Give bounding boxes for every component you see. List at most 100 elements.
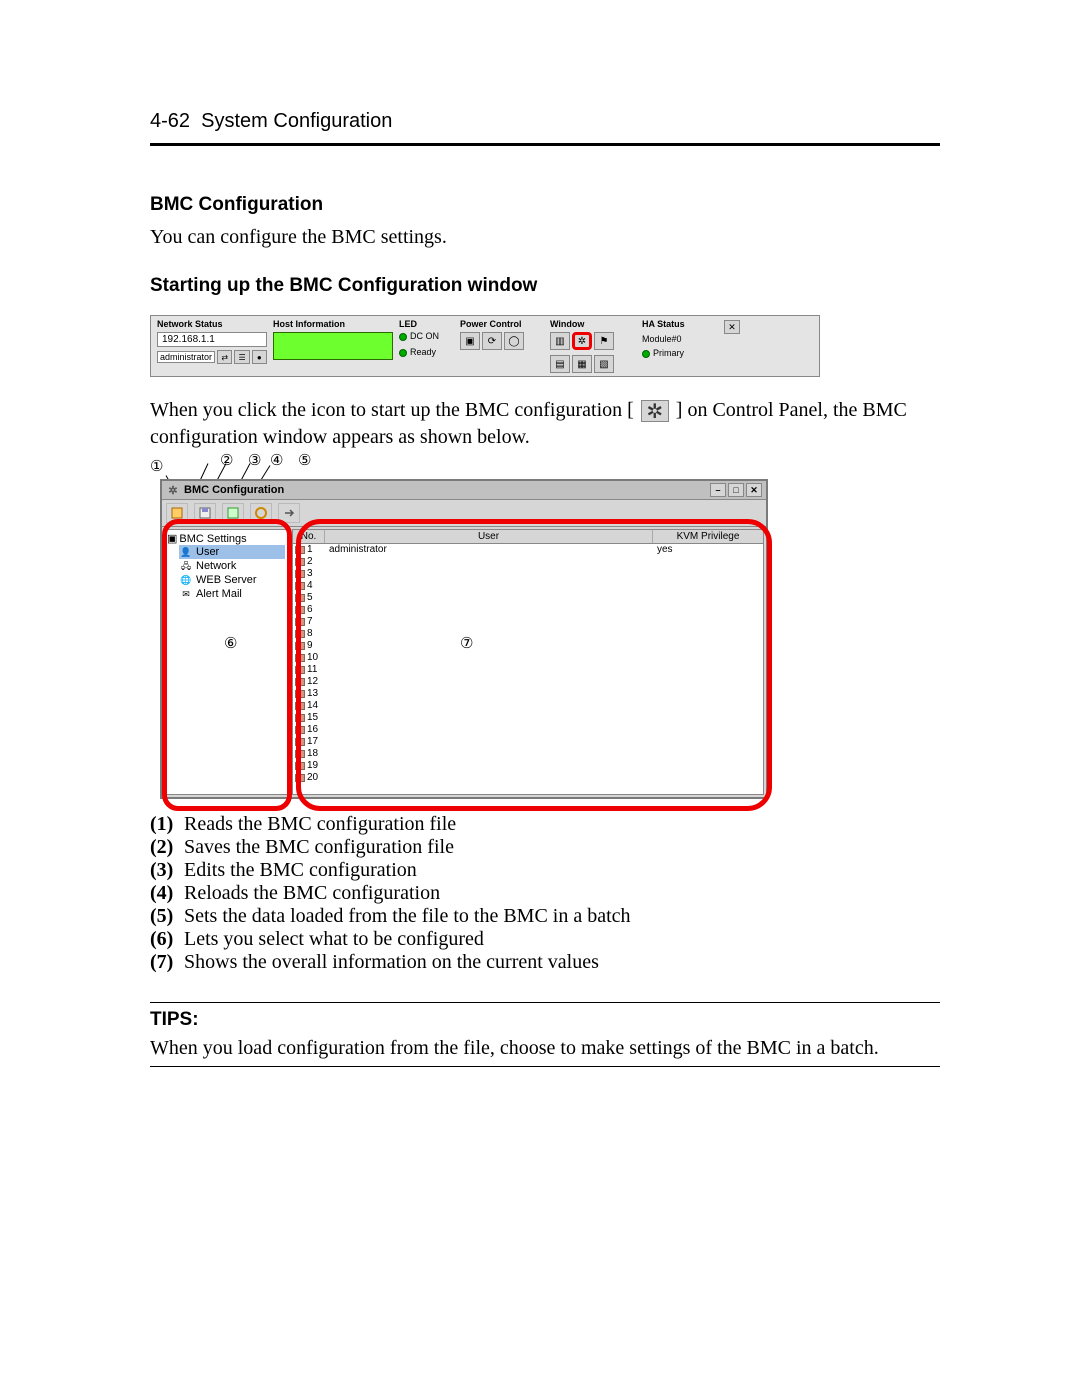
ready-text: Ready [410, 348, 436, 357]
bmc-tree-panel[interactable]: ▣BMC Settings 👤User 🖧Network 🌐WEB Server… [164, 529, 288, 795]
table-row[interactable]: 6 [293, 604, 763, 616]
primary-text: Primary [653, 349, 684, 358]
shutdown-icon[interactable]: ◯ [504, 332, 524, 350]
window4-icon[interactable]: ▤ [550, 355, 570, 373]
page-number: 4-62 [150, 110, 190, 132]
legend-item: (7)Shows the overall information on the … [150, 951, 940, 974]
net-settings-icon[interactable]: ☰ [234, 350, 249, 364]
header-rule [150, 143, 940, 146]
table-row[interactable]: 15 [293, 712, 763, 724]
window6-icon[interactable]: ▧ [594, 355, 614, 373]
window1-icon[interactable]: ▥ [550, 332, 570, 350]
panel-close-icon[interactable]: ✕ [724, 320, 740, 334]
row-icon [295, 774, 305, 782]
led-label: LED [399, 320, 454, 329]
table-row[interactable]: 17 [293, 736, 763, 748]
table-row[interactable]: 9 [293, 640, 763, 652]
col-priv[interactable]: KVM Privilege [653, 530, 763, 543]
minimize-icon[interactable]: – [710, 483, 726, 497]
row-icon [295, 606, 305, 614]
table-row[interactable]: 14 [293, 700, 763, 712]
toolbar-batch-icon[interactable] [278, 503, 300, 523]
bmc-list-panel[interactable]: No. User KVM Privilege 1administratoryes… [292, 529, 764, 795]
toolbar-save-icon[interactable] [194, 503, 216, 523]
list-header: No. User KVM Privilege [293, 530, 763, 544]
close-icon[interactable]: ✕ [746, 483, 762, 497]
legend-item: (4)Reloads the BMC configuration [150, 882, 940, 905]
administrator-field: administrator [157, 351, 215, 363]
row-icon [295, 666, 305, 674]
bmc-config-icon[interactable]: ✲ [572, 332, 592, 350]
click-icon-paragraph-2: configuration window appears as shown be… [150, 426, 940, 449]
callout-3: ③ [248, 451, 261, 469]
callout-6: ⑥ [224, 634, 237, 653]
toolbar-reload-icon[interactable] [250, 503, 272, 523]
ready-led-icon [399, 349, 407, 357]
row-icon [295, 714, 305, 722]
network-status-label: Network Status [157, 320, 267, 329]
table-row[interactable]: 5 [293, 592, 763, 604]
tips-bottom-rule [150, 1066, 940, 1067]
connect-icon[interactable]: ⇄ [217, 350, 232, 364]
row-icon [295, 594, 305, 602]
click-icon-paragraph: When you click the icon to start up the … [150, 399, 940, 422]
callout-1: ① [150, 457, 163, 475]
toolbar-edit-icon[interactable] [222, 503, 244, 523]
table-row[interactable]: 8 [293, 628, 763, 640]
row-icon [295, 654, 305, 662]
table-row[interactable]: 3 [293, 568, 763, 580]
reset-icon[interactable]: ⟳ [482, 332, 502, 350]
table-row[interactable]: 20 [293, 772, 763, 784]
row-icon [295, 702, 305, 710]
tree-item-user[interactable]: 👤User [179, 545, 285, 559]
col-user[interactable]: User [325, 530, 653, 543]
table-row[interactable]: 4 [293, 580, 763, 592]
legend-item: (5)Sets the data loaded from the file to… [150, 905, 940, 928]
tips-top-rule [150, 1002, 940, 1003]
legend-item: (1)Reads the BMC configuration file [150, 813, 940, 836]
bmc-toolbar [162, 500, 766, 527]
network-icon: 🖧 [180, 561, 192, 571]
control-panel: Network Status 192.168.1.1 administrator… [150, 315, 820, 377]
power-control-label: Power Control [460, 320, 544, 329]
ip-address: 192.168.1.1 [157, 332, 267, 347]
bmc-config-inline-icon: ✲ [641, 400, 669, 422]
page-header: 4-62 System Configuration [150, 110, 940, 133]
tree-item-alertmail[interactable]: ✉Alert Mail [179, 587, 285, 601]
row-icon [295, 570, 305, 578]
table-row[interactable]: 10 [293, 652, 763, 664]
tree-item-network[interactable]: 🖧Network [179, 559, 285, 573]
row-icon [295, 726, 305, 734]
row-icon [295, 546, 305, 554]
legend-item: (6)Lets you select what to be configured [150, 928, 940, 951]
starting-heading: Starting up the BMC Configuration window [150, 275, 940, 297]
tree-root[interactable]: ▣BMC Settings [167, 532, 285, 545]
legend-item: (3)Edits the BMC configuration [150, 859, 940, 882]
table-row[interactable]: 11 [293, 664, 763, 676]
col-no[interactable]: No. [293, 530, 325, 543]
table-row[interactable]: 19 [293, 760, 763, 772]
row-icon [295, 642, 305, 650]
tree-item-webserver[interactable]: 🌐WEB Server [179, 573, 285, 587]
row-icon [295, 738, 305, 746]
row-icon [295, 618, 305, 626]
row-icon [295, 762, 305, 770]
table-row[interactable]: 1administratoryes [293, 544, 763, 556]
bmc-config-paragraph: You can configure the BMC settings. [150, 226, 940, 249]
table-row[interactable]: 2 [293, 556, 763, 568]
window-label: Window [550, 320, 636, 329]
host-lcd-display [273, 332, 393, 360]
table-row[interactable]: 18 [293, 748, 763, 760]
maximize-icon[interactable]: □ [728, 483, 744, 497]
bmc-window-titlebar: ✲ BMC Configuration – □ ✕ [162, 481, 766, 500]
window5-icon[interactable]: ▦ [572, 355, 592, 373]
table-row[interactable]: 7 [293, 616, 763, 628]
primary-led-icon [642, 350, 650, 358]
window3-icon[interactable]: ⚑ [594, 332, 614, 350]
net-status-icon[interactable]: ● [252, 350, 267, 364]
table-row[interactable]: 13 [293, 688, 763, 700]
power-icon[interactable]: ▣ [460, 332, 480, 350]
toolbar-read-icon[interactable] [166, 503, 188, 523]
table-row[interactable]: 16 [293, 724, 763, 736]
table-row[interactable]: 12 [293, 676, 763, 688]
